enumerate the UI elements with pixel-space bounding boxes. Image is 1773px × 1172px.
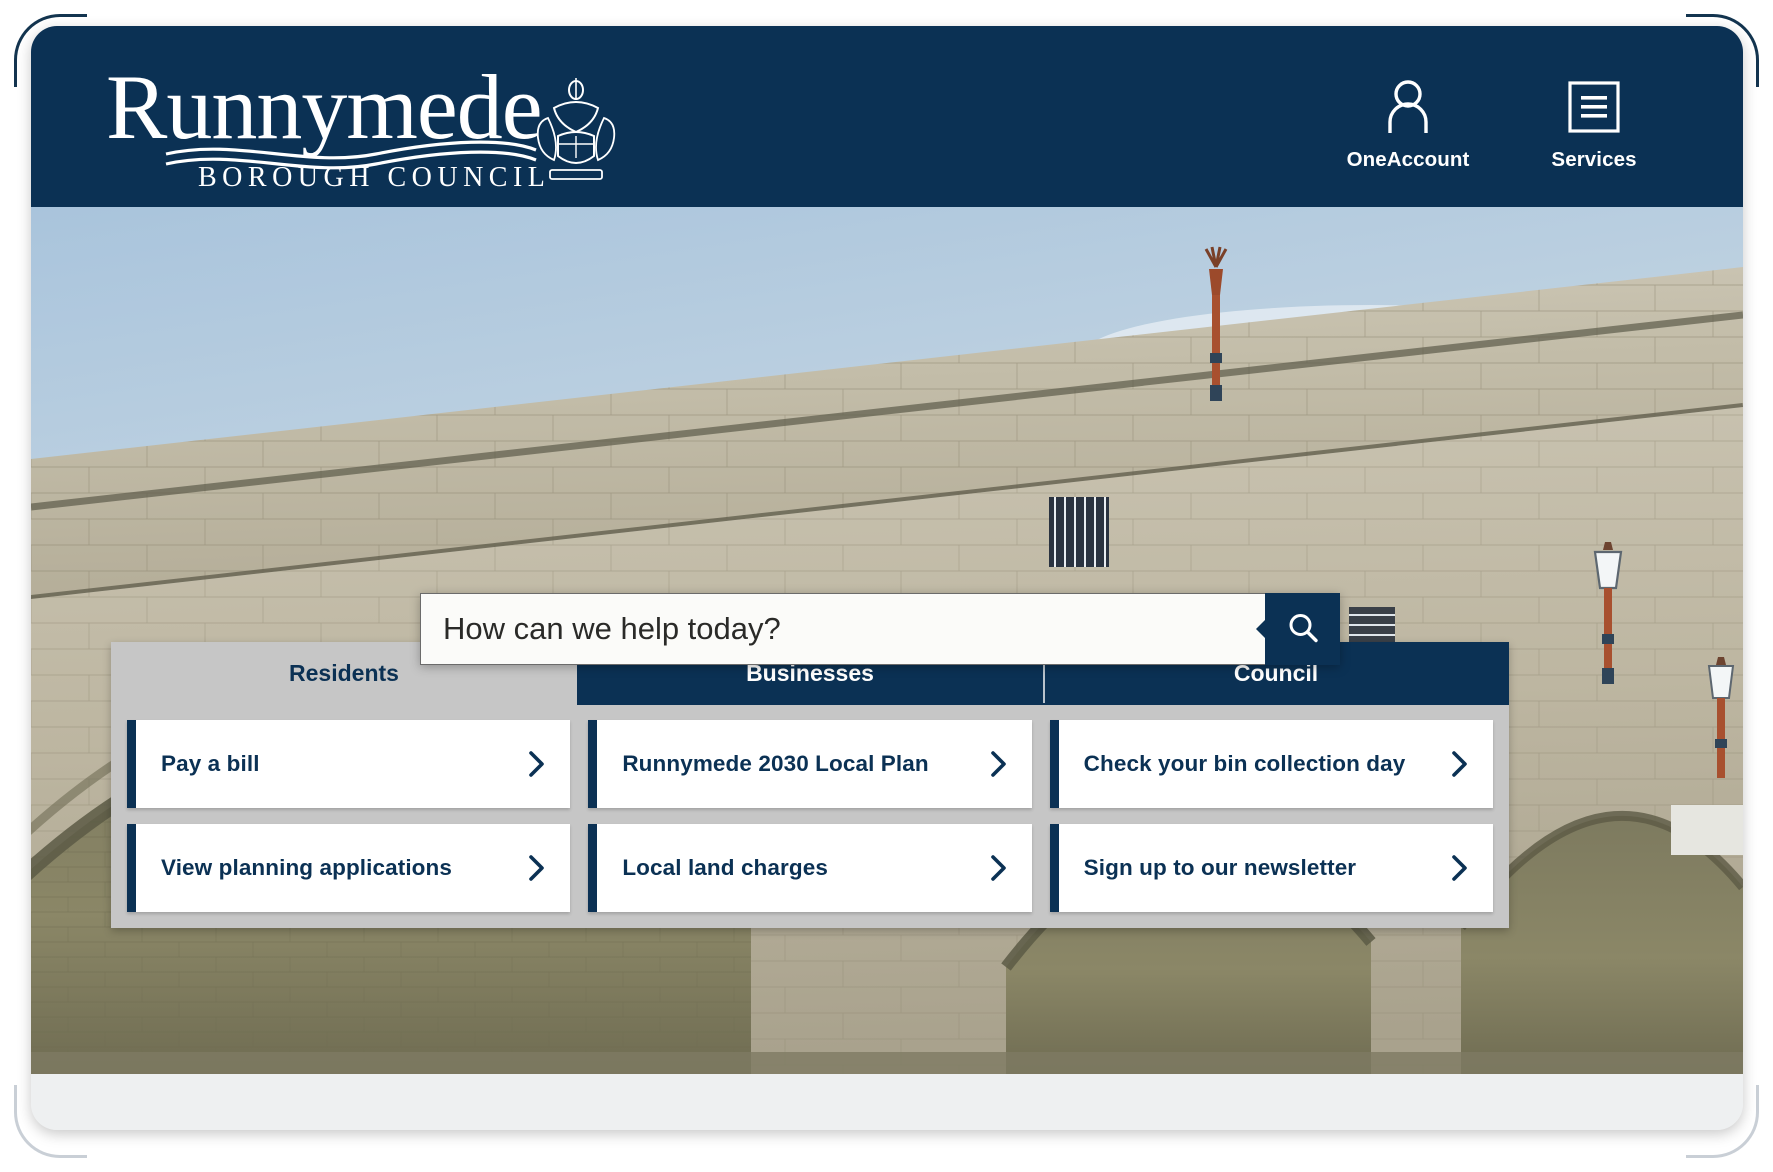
quick-link-check-your-bin-collection-day[interactable]: Check your bin collection day [1049,720,1493,808]
page-card: Runnymede BOROUGH COUNCIL OneAccount Ser… [31,26,1743,1130]
quick-link-label: View planning applications [161,855,452,880]
search-button[interactable] [1265,593,1340,665]
quick-links-column-businesses: Runnymede 2030 Local Plan Local land cha… [588,720,1032,912]
hamburger-menu-icon [1568,76,1620,138]
tab-residents-label: Residents [289,660,399,686]
quick-link-label: Sign up to our newsletter [1083,855,1357,880]
user-icon [1384,76,1432,138]
quick-links-grid: Pay a bill View planning applications Ru… [111,705,1509,928]
quick-links-column-council: Check your bin collection day Sign up to… [1049,720,1493,912]
chevron-right-icon [529,855,545,881]
site-logo[interactable]: Runnymede BOROUGH COUNCIL [106,68,626,188]
quick-link-label: Pay a bill [161,751,260,776]
nav-item-services-label: Services [1551,148,1637,171]
quick-link-view-planning-applications[interactable]: View planning applications [127,824,571,912]
hero-banner: Residents Businesses Council Pay a bill [31,207,1743,1074]
svg-text:Runnymede: Runnymede [106,68,542,158]
chevron-right-icon [990,751,1006,777]
chevron-right-icon [1452,751,1467,777]
search-input[interactable] [420,593,1265,665]
chevron-right-icon [1452,855,1467,881]
search-bar [420,593,1340,665]
quick-link-label: Local land charges [622,855,828,880]
quick-links-panel: Residents Businesses Council Pay a bill [111,642,1509,928]
site-header: Runnymede BOROUGH COUNCIL OneAccount Ser… [31,26,1743,207]
chevron-right-icon [990,855,1006,881]
quick-link-local-land-charges[interactable]: Local land charges [588,824,1032,912]
nav-item-oneaccount-label: OneAccount [1346,148,1470,171]
quick-link-label: Runnymede 2030 Local Plan [622,751,929,776]
quick-link-sign-up-to-our-newsletter[interactable]: Sign up to our newsletter [1049,824,1493,912]
chevron-right-icon [529,751,545,777]
search-icon [1285,610,1321,649]
quick-link-label: Check your bin collection day [1083,751,1406,776]
quick-links-column-residents: Pay a bill View planning applications [127,720,571,912]
svg-text:BOROUGH COUNCIL: BOROUGH COUNCIL [198,162,550,188]
header-navigation: OneAccount Services [1346,76,1653,172]
page-bottom-strip [31,1074,1743,1130]
nav-item-services[interactable]: Services [1535,76,1653,172]
nav-item-oneaccount[interactable]: OneAccount [1346,76,1470,172]
quick-link-runnymede-2030-local-plan[interactable]: Runnymede 2030 Local Plan [588,720,1032,808]
quick-link-pay-a-bill[interactable]: Pay a bill [127,720,571,808]
